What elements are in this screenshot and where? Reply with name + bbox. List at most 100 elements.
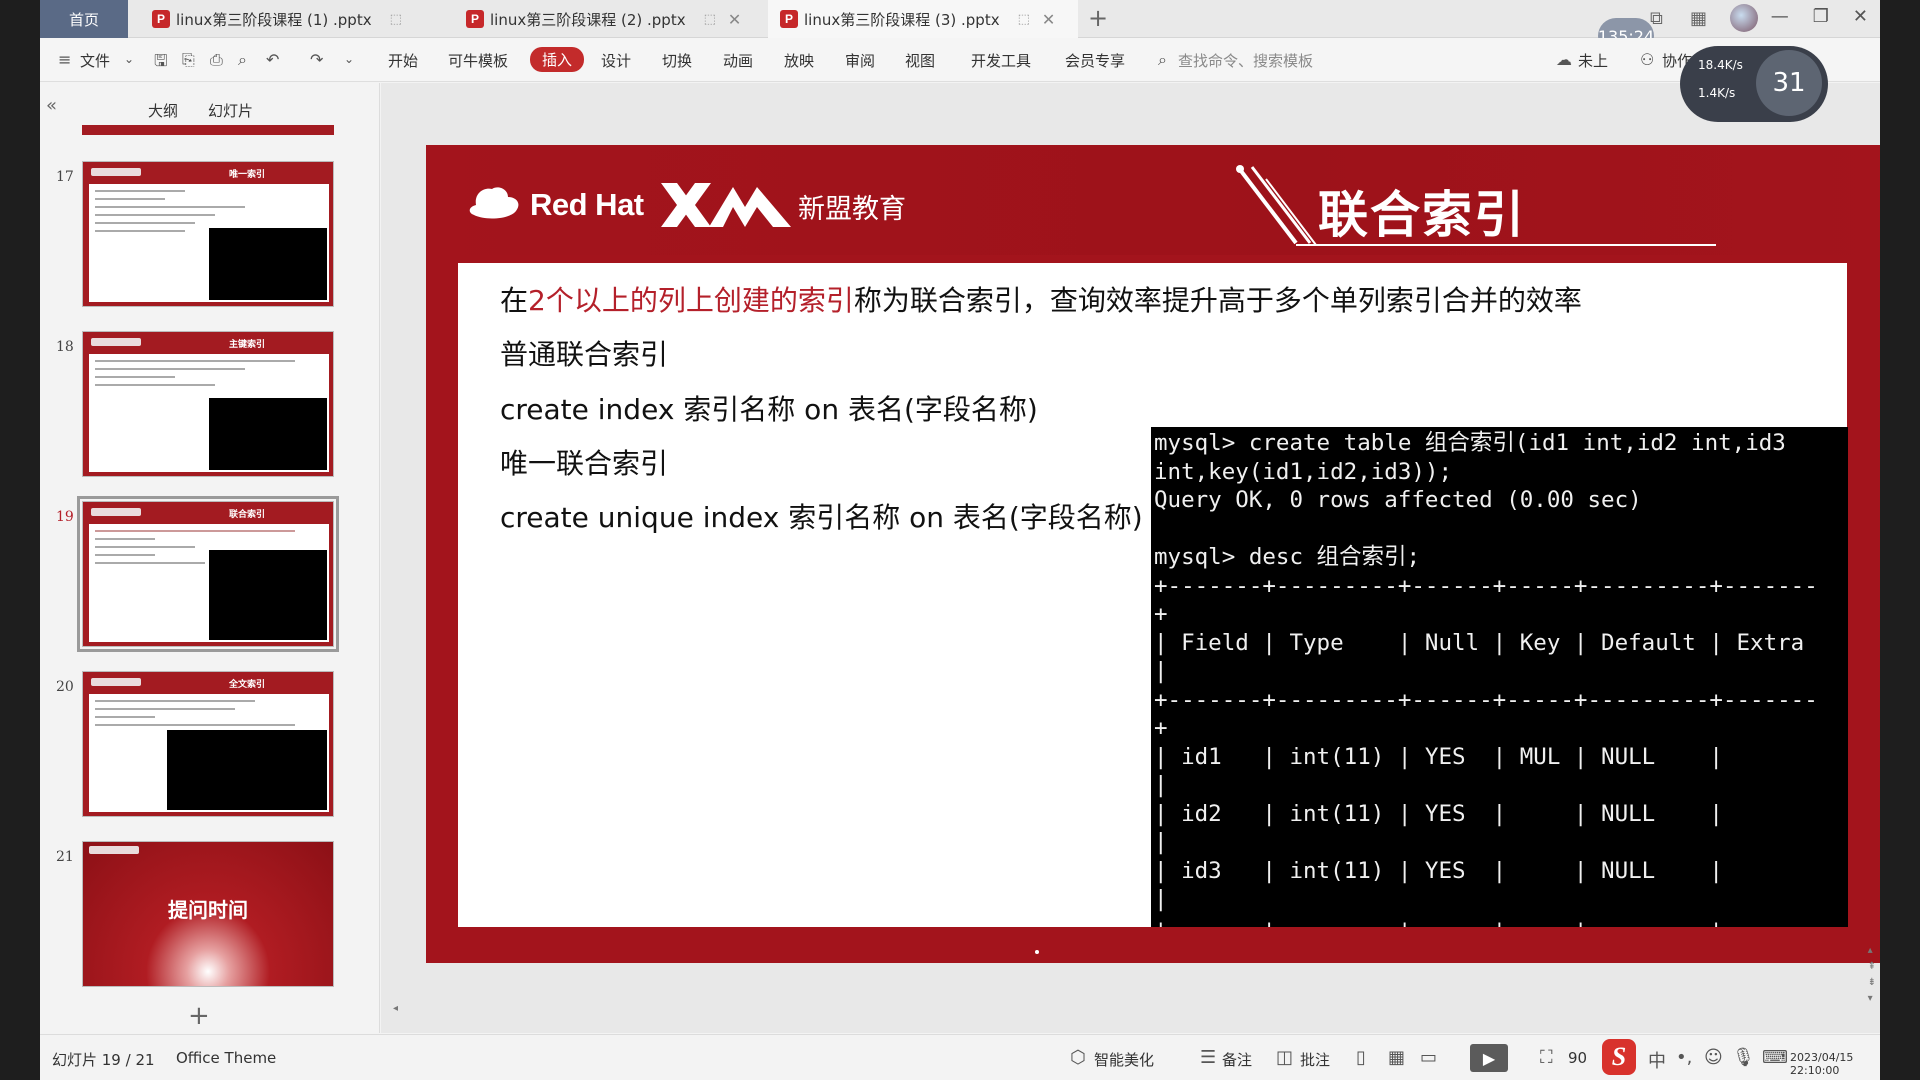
current-slide[interactable]: Red Hat 新盟教育 联合索引 在2个以上的列上创建的索引称为联合索引，查询…: [426, 145, 1880, 963]
tab-slides[interactable]: 幻灯片: [208, 100, 253, 121]
theme-name: Office Theme: [176, 1049, 277, 1067]
slide-17-thumbnail[interactable]: 唯一索引: [82, 161, 334, 307]
tab-pin-icon[interactable]: ⬚: [390, 12, 402, 27]
customize-toolbar-icon[interactable]: ⌄: [344, 52, 354, 66]
slide-number: 18: [56, 339, 74, 355]
file-menu[interactable]: 文件: [80, 50, 110, 71]
thumb-logo: [91, 338, 141, 346]
menu-review[interactable]: 审阅: [845, 50, 875, 71]
scroll-left-icon[interactable]: ◂: [393, 1003, 398, 1014]
export-icon[interactable]: ⎘: [182, 50, 195, 70]
beautify-icon[interactable]: ⬡: [1070, 1047, 1086, 1068]
menu-slideshow[interactable]: 放映: [784, 50, 814, 71]
thumb-logo: [89, 846, 139, 854]
play-slideshow-button[interactable]: ▶: [1470, 1044, 1508, 1072]
thumb-line: [95, 530, 295, 532]
notes-button[interactable]: 备注: [1222, 1049, 1252, 1070]
network-speed-widget: 18.4K/s 1.4K/s 31: [1680, 46, 1828, 122]
thumb-line: [95, 724, 295, 726]
slide-sorter-icon[interactable]: ▦: [1388, 1047, 1405, 1068]
thumb-line: [95, 708, 235, 710]
redo-icon[interactable]: ↷: [310, 50, 323, 69]
menu-design[interactable]: 设计: [601, 50, 631, 71]
close-tab-icon[interactable]: ✕: [728, 10, 741, 29]
chevron-down-icon[interactable]: ⌄: [124, 52, 134, 66]
new-tab-icon[interactable]: +: [1088, 4, 1108, 32]
reading-view-icon[interactable]: ▭: [1420, 1047, 1437, 1068]
redhat-brand-text: Red Hat: [530, 187, 644, 222]
close-window-icon[interactable]: ✕: [1853, 6, 1868, 27]
unique-composite-index-heading: 唯一联合索引: [500, 447, 669, 480]
add-slide-icon[interactable]: +: [188, 1001, 210, 1031]
notes-icon[interactable]: ☰: [1200, 1047, 1216, 1068]
slide-number: 21: [56, 849, 74, 865]
thumb-line: [95, 716, 155, 718]
menu-transition[interactable]: 切换: [662, 50, 692, 71]
cloud-status[interactable]: 未上: [1578, 50, 1608, 71]
undo-icon[interactable]: ↶: [266, 50, 279, 69]
menu-view[interactable]: 视图: [905, 50, 935, 71]
keyboard-icon[interactable]: ⌨: [1762, 1047, 1788, 1068]
ime-chinese-icon[interactable]: 中: [1648, 1047, 1666, 1073]
document-tab-3[interactable]: P linux第三阶段课程 (3) .pptx ⬚ ✕: [768, 0, 1078, 38]
smart-beautify-button[interactable]: 智能美化: [1094, 1049, 1154, 1070]
window-layout-icon[interactable]: ⧉: [1650, 8, 1663, 29]
save-icon[interactable]: 🖫: [154, 50, 168, 77]
intro-line: 在2个以上的列上创建的索引称为联合索引，查询效率提升高于多个单列索引合并的效率: [500, 279, 1582, 319]
menu-start[interactable]: 开始: [388, 50, 418, 71]
command-search-input[interactable]: 查找命令、搜索模板: [1178, 50, 1313, 71]
thumb-line: [95, 190, 185, 192]
collab-icon[interactable]: ⚇: [1640, 50, 1654, 69]
slide-20-thumbnail[interactable]: 全文索引: [82, 671, 334, 817]
thumb-title: 提问时间: [168, 898, 248, 922]
normal-view-icon[interactable]: ▯: [1356, 1047, 1366, 1068]
ppt-file-icon: P: [466, 10, 484, 28]
home-tab[interactable]: 首页: [40, 0, 128, 38]
upload-speed: 18.4K/s: [1698, 58, 1743, 72]
document-tab-1-label: linux第三阶段课程 (1) .pptx: [176, 10, 372, 29]
intro-highlight: 2个以上的列上创建的索引: [528, 284, 854, 317]
thumb-terminal: [209, 228, 327, 300]
print-icon[interactable]: ⎙: [210, 50, 223, 70]
document-tab-1[interactable]: P linux第三阶段课程 (1) .pptx ⬚: [140, 0, 402, 38]
menu-animation[interactable]: 动画: [723, 50, 753, 71]
slide-21-thumbnail[interactable]: 提问时间: [82, 841, 334, 987]
download-speed: 1.4K/s: [1698, 86, 1736, 100]
menu-developer[interactable]: 开发工具: [971, 50, 1031, 71]
thumb-terminal: [167, 730, 327, 810]
collapse-panel-icon[interactable]: «: [46, 95, 57, 116]
comment-icon[interactable]: ◫: [1276, 1047, 1293, 1068]
slide-16-thumbnail-partial[interactable]: [82, 125, 334, 135]
user-avatar[interactable]: [1730, 4, 1758, 32]
document-tab-2[interactable]: P linux第三阶段课程 (2) .pptx ⬚ ✕: [454, 0, 741, 38]
thumb-line: [95, 376, 175, 378]
title-bar: 首页 P linux第三阶段课程 (1) .pptx ⬚ P linux第三阶段…: [40, 0, 1880, 54]
left-dark-strip: [0, 0, 40, 1080]
hamburger-menu-icon[interactable]: ≡: [58, 50, 71, 69]
tab-pin-icon[interactable]: ⬚: [704, 12, 716, 27]
menu-insert[interactable]: 插入: [530, 47, 585, 72]
emoji-icon[interactable]: ☺: [1704, 1047, 1723, 1068]
fit-window-icon[interactable]: ⛶: [1540, 1047, 1553, 1068]
slide-editing-canvas[interactable]: Red Hat 新盟教育 联合索引 在2个以上的列上创建的索引称为联合索引，查询…: [381, 83, 1880, 1033]
cloud-icon[interactable]: ☁: [1556, 50, 1572, 69]
punctuation-icon[interactable]: •,: [1676, 1047, 1692, 1068]
slide-18-thumbnail[interactable]: 主键索引: [82, 331, 334, 477]
zoom-level[interactable]: 90: [1568, 1049, 1587, 1067]
print-preview-icon[interactable]: ⌕: [238, 50, 247, 70]
menu-templates[interactable]: 可牛模板: [448, 50, 508, 71]
tab-outline[interactable]: 大纲: [148, 100, 178, 121]
restore-icon[interactable]: ❐: [1813, 6, 1829, 27]
tab-pin-icon[interactable]: ⬚: [1018, 12, 1030, 27]
comments-button[interactable]: 批注: [1300, 1049, 1330, 1070]
menu-member[interactable]: 会员专享: [1065, 50, 1125, 71]
close-tab-icon[interactable]: ✕: [1042, 10, 1055, 29]
slide-19-thumbnail[interactable]: 联合索引: [77, 496, 339, 652]
thumb-line: [95, 700, 255, 702]
sogou-input-icon[interactable]: S: [1602, 1039, 1636, 1075]
apps-grid-icon[interactable]: ▦: [1690, 8, 1707, 29]
minimize-icon[interactable]: —: [1771, 6, 1789, 27]
vertical-scroll-controls[interactable]: ▴ ⇞ ⇟ ▾: [1868, 943, 1876, 1007]
thumb-logo: [91, 168, 141, 176]
microphone-icon[interactable]: 🎙: [1732, 1047, 1755, 1068]
